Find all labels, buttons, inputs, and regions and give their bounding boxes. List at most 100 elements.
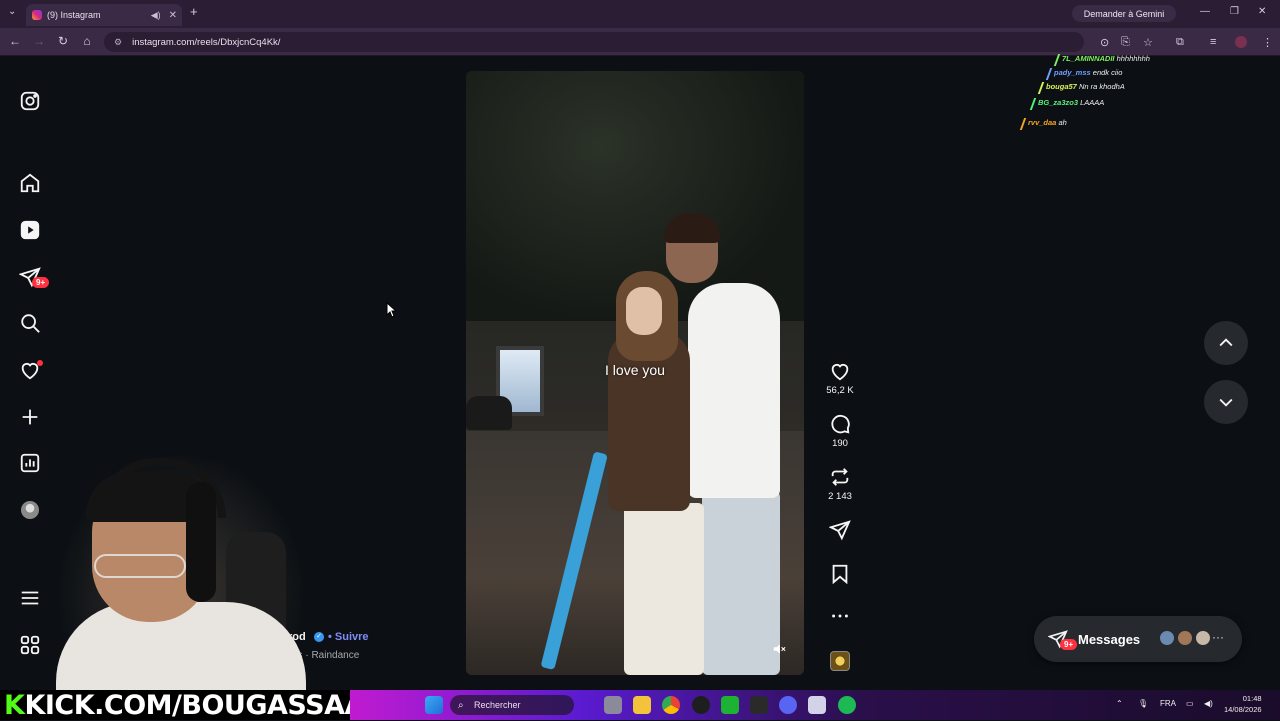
more-menu-icon[interactable] <box>18 586 42 610</box>
home-icon[interactable]: ⌂ <box>79 34 95 48</box>
like-heart-icon[interactable] <box>829 360 851 382</box>
bookmark-icon[interactable] <box>829 563 851 585</box>
chat-username: bouga57 <box>1046 82 1079 91</box>
chat-username: rvv_daa <box>1028 118 1059 127</box>
start-menu-icon[interactable] <box>425 696 443 714</box>
taskbar-search-icon: ⌕ <box>458 699 464 711</box>
instagram-logo-icon[interactable] <box>18 89 42 113</box>
chat-message: pady_mss endk ciio <box>1054 68 1122 77</box>
file-explorer-icon[interactable] <box>633 696 651 714</box>
share-icon[interactable] <box>829 519 851 541</box>
cast-icon[interactable]: ⊙ <box>1100 36 1109 49</box>
repost-count: 2 143 <box>828 491 852 502</box>
tab-title: (9) Instagram <box>47 10 101 20</box>
mouse-cursor-icon <box>386 302 396 318</box>
language-indicator[interactable]: FRA <box>1160 699 1176 708</box>
messages-nav-badge: 9+ <box>32 277 50 288</box>
chat-text: endk ciio <box>1092 68 1123 77</box>
comment-icon[interactable] <box>829 413 851 435</box>
message-avatar <box>1194 629 1212 647</box>
media-control-icon[interactable]: ≡ <box>1210 36 1216 48</box>
also-from-meta-icon[interactable] <box>18 633 42 657</box>
app-icon[interactable] <box>808 696 826 714</box>
close-window-icon[interactable]: ✕ <box>1258 6 1266 17</box>
profile-nav-avatar[interactable] <box>21 501 39 519</box>
webcam-shirt <box>56 602 306 690</box>
repost-action[interactable]: 2 143 <box>820 466 860 502</box>
taskbar-clock[interactable]: 01:48 14/08/2026 <box>1224 693 1262 715</box>
share-action[interactable] <box>820 519 860 541</box>
taskbar-search[interactable]: ⌕ Rechercher <box>450 695 574 715</box>
comment-count: 190 <box>832 438 848 449</box>
app-icon[interactable] <box>750 696 768 714</box>
profile-avatar[interactable] <box>1235 36 1247 48</box>
notification-dot <box>37 360 43 366</box>
messages-badge: 9+ <box>1060 639 1078 650</box>
chat-text: LAAAA <box>1080 98 1105 107</box>
repost-icon[interactable] <box>829 466 851 488</box>
task-view-icon[interactable] <box>604 696 622 714</box>
next-reel-button[interactable] <box>1204 380 1248 424</box>
gemini-button-label: Demander à Gemini <box>1083 8 1165 19</box>
kick-logo-letter: K <box>4 689 25 721</box>
like-count: 56,2 K <box>826 385 854 396</box>
messages-more-icon[interactable]: ··· <box>1212 630 1224 644</box>
more-options-action[interactable] <box>820 605 860 627</box>
obs-icon[interactable] <box>692 696 710 714</box>
comment-action[interactable]: 190 <box>820 413 860 449</box>
instagram-favicon-icon <box>32 10 42 20</box>
tab-audio-icon[interactable]: ◀) <box>151 10 161 21</box>
taskbar-search-label: Rechercher <box>474 700 521 710</box>
chat-username: pady_mss <box>1054 68 1093 77</box>
volume-icon[interactable] <box>771 642 787 658</box>
chat-username: BG_za3zo3 <box>1038 98 1081 107</box>
video-man-shirt <box>688 283 780 498</box>
url-text: instagram.com/reels/DbxjcnCq4Kk/ <box>132 36 281 48</box>
messages-label: Messages <box>1078 631 1141 647</box>
tray-overflow-icon[interactable]: ⌃ <box>1116 699 1123 708</box>
previous-reel-button[interactable] <box>1204 321 1248 365</box>
new-tab-icon[interactable]: + <box>190 4 198 19</box>
maximize-icon[interactable]: ❐ <box>1230 6 1239 17</box>
speaker-icon[interactable]: ◀) <box>1204 699 1213 708</box>
back-icon[interactable]: ← <box>7 34 23 48</box>
gemini-button[interactable]: Demander à Gemini <box>1072 5 1176 22</box>
original-audio-thumbnail[interactable] <box>830 651 850 671</box>
browser-tab[interactable]: (9) Instagram ◀) ✕ <box>26 4 182 26</box>
install-app-icon[interactable]: ⎘ <box>1121 36 1130 49</box>
search-nav-icon[interactable] <box>18 311 42 335</box>
kick-banner-text: KICK.COM/BOUGASSAA <box>24 689 365 721</box>
extensions-icon[interactable]: ⧉ <box>1176 36 1184 49</box>
streamer-webcam <box>56 452 306 690</box>
chevron-down-icon <box>1219 398 1233 407</box>
reload-icon[interactable]: ↻ <box>55 34 71 48</box>
chat-message: rvv_daa ah <box>1028 118 1067 127</box>
tab-list-icon[interactable]: ⌄ <box>8 6 16 17</box>
spotify-icon[interactable] <box>838 696 856 714</box>
network-icon[interactable]: ▭ <box>1186 699 1194 708</box>
reels-nav-icon[interactable] <box>18 218 42 242</box>
tab-close-icon[interactable]: ✕ <box>169 10 177 21</box>
kick-app-icon[interactable] <box>721 696 739 714</box>
chrome-icon[interactable] <box>662 696 680 714</box>
dashboard-icon[interactable] <box>18 451 42 475</box>
save-action[interactable] <box>820 563 860 585</box>
more-dots-icon[interactable] <box>829 605 851 627</box>
site-info-icon[interactable]: ⚙ <box>114 37 122 48</box>
follow-button[interactable]: • Suivre <box>328 631 369 643</box>
chat-message-marker <box>1029 98 1037 110</box>
chat-message: BG_za3zo3 LAAAA <box>1038 98 1104 107</box>
minimize-icon[interactable]: — <box>1200 6 1210 17</box>
video-car <box>466 396 512 430</box>
url-input[interactable]: ⚙ instagram.com/reels/DbxjcnCq4Kk/ <box>104 32 1084 52</box>
browser-menu-icon[interactable]: ⋮ <box>1262 36 1273 49</box>
forward-icon[interactable]: → <box>31 34 47 48</box>
clock-time: 01:48 <box>1242 694 1262 703</box>
video-woman-pants <box>624 503 704 675</box>
bookmark-star-icon[interactable]: ☆ <box>1143 36 1153 49</box>
discord-icon[interactable] <box>779 696 797 714</box>
create-plus-icon[interactable] <box>18 405 42 429</box>
home-nav-icon[interactable] <box>18 171 42 195</box>
microphone-icon[interactable]: 🎙 <box>1138 699 1148 708</box>
like-action[interactable]: 56,2 K <box>820 360 860 396</box>
